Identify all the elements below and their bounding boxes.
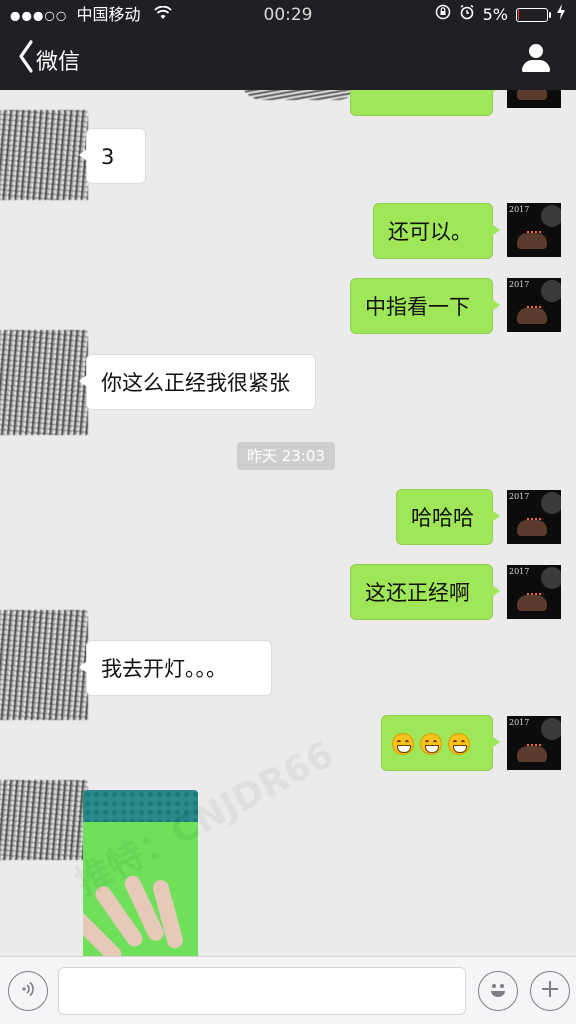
message-bubble[interactable]: 3 bbox=[79, 128, 146, 184]
nav-bar: 微信 bbox=[0, 30, 576, 90]
charging-icon bbox=[556, 0, 566, 30]
my-avatar[interactable]: 2017 bbox=[507, 490, 561, 544]
input-bar bbox=[0, 956, 576, 1024]
avatar-face bbox=[541, 718, 561, 740]
message-input[interactable] bbox=[58, 967, 466, 1015]
chevron-left-icon bbox=[18, 40, 34, 81]
alarm-icon bbox=[459, 0, 475, 30]
grin-icon bbox=[392, 733, 414, 755]
top-bar: ●●●○○ 中国移动 00:29 5% 微信 bbox=[0, 0, 576, 90]
emoji-button[interactable] bbox=[478, 971, 518, 1011]
time-separator: 昨天 23:03 bbox=[237, 442, 335, 470]
avatar-year: 2017 bbox=[509, 567, 530, 576]
grin-icon bbox=[420, 733, 442, 755]
voice-button[interactable] bbox=[8, 971, 48, 1011]
photo-pattern bbox=[83, 790, 198, 822]
message-bubble[interactable]: 中指看一下 bbox=[350, 278, 500, 334]
image-message[interactable] bbox=[83, 790, 198, 956]
emoji-icon bbox=[484, 975, 512, 1007]
my-avatar[interactable]: 2017 bbox=[507, 716, 561, 770]
message-bubble[interactable]: 这还正经啊 bbox=[350, 564, 500, 620]
avatar-lights bbox=[527, 231, 541, 237]
avatar-year: 2017 bbox=[509, 205, 530, 214]
avatar-year: 2017 bbox=[509, 492, 530, 501]
my-avatar[interactable]: 2017 bbox=[507, 565, 561, 619]
message-bubble[interactable]: 你这么正经我很紧张 bbox=[79, 354, 316, 410]
status-bar: ●●●○○ 中国移动 00:29 5% bbox=[0, 0, 576, 30]
contact-avatar-redacted[interactable] bbox=[0, 780, 88, 860]
back-label: 微信 bbox=[36, 50, 81, 75]
message-bubble-emoji[interactable] bbox=[381, 715, 500, 772]
avatar-year: 2017 bbox=[509, 718, 530, 727]
chat-area[interactable]: 3 还可以。 2017 中指看一下 2017 你这么正经我很紧张 昨天 23:0… bbox=[0, 90, 576, 956]
avatar-hand bbox=[517, 90, 547, 100]
my-avatar[interactable]: 2017 bbox=[507, 203, 561, 257]
message-bubble-partial[interactable] bbox=[350, 90, 500, 116]
plus-icon bbox=[539, 978, 561, 1004]
contact-avatar-redacted[interactable] bbox=[0, 110, 88, 200]
avatar-lights bbox=[527, 744, 541, 750]
message-bubble[interactable]: 哈哈哈 bbox=[396, 489, 500, 545]
battery-level bbox=[518, 10, 519, 20]
profile-icon[interactable] bbox=[522, 44, 550, 74]
photo-hand bbox=[83, 870, 191, 956]
avatar-face bbox=[541, 280, 561, 302]
contact-avatar-redacted[interactable] bbox=[0, 330, 88, 435]
avatar-lights bbox=[527, 593, 541, 599]
avatar-lights bbox=[527, 518, 541, 524]
contact-avatar-redacted[interactable] bbox=[0, 610, 88, 720]
my-avatar[interactable] bbox=[507, 90, 561, 108]
more-button[interactable] bbox=[530, 971, 570, 1011]
back-button[interactable]: 微信 bbox=[18, 40, 81, 81]
message-bubble[interactable]: 我去开灯。。。 bbox=[79, 640, 272, 696]
avatar-face bbox=[541, 492, 561, 514]
my-avatar[interactable]: 2017 bbox=[507, 278, 561, 332]
avatar-face bbox=[541, 567, 561, 589]
emoji-row bbox=[392, 716, 482, 772]
grin-icon bbox=[448, 733, 470, 755]
avatar-lights bbox=[527, 306, 541, 312]
voice-icon bbox=[18, 979, 38, 1003]
battery-percent: 5% bbox=[482, 5, 508, 24]
avatar-year: 2017 bbox=[509, 280, 530, 289]
message-bubble[interactable]: 还可以。 bbox=[373, 203, 500, 259]
profile-head bbox=[529, 44, 543, 58]
orientation-lock-icon bbox=[435, 0, 451, 30]
battery-icon bbox=[516, 8, 551, 22]
profile-body bbox=[522, 60, 550, 72]
redaction-scribble bbox=[240, 90, 360, 100]
avatar-face bbox=[541, 205, 561, 227]
